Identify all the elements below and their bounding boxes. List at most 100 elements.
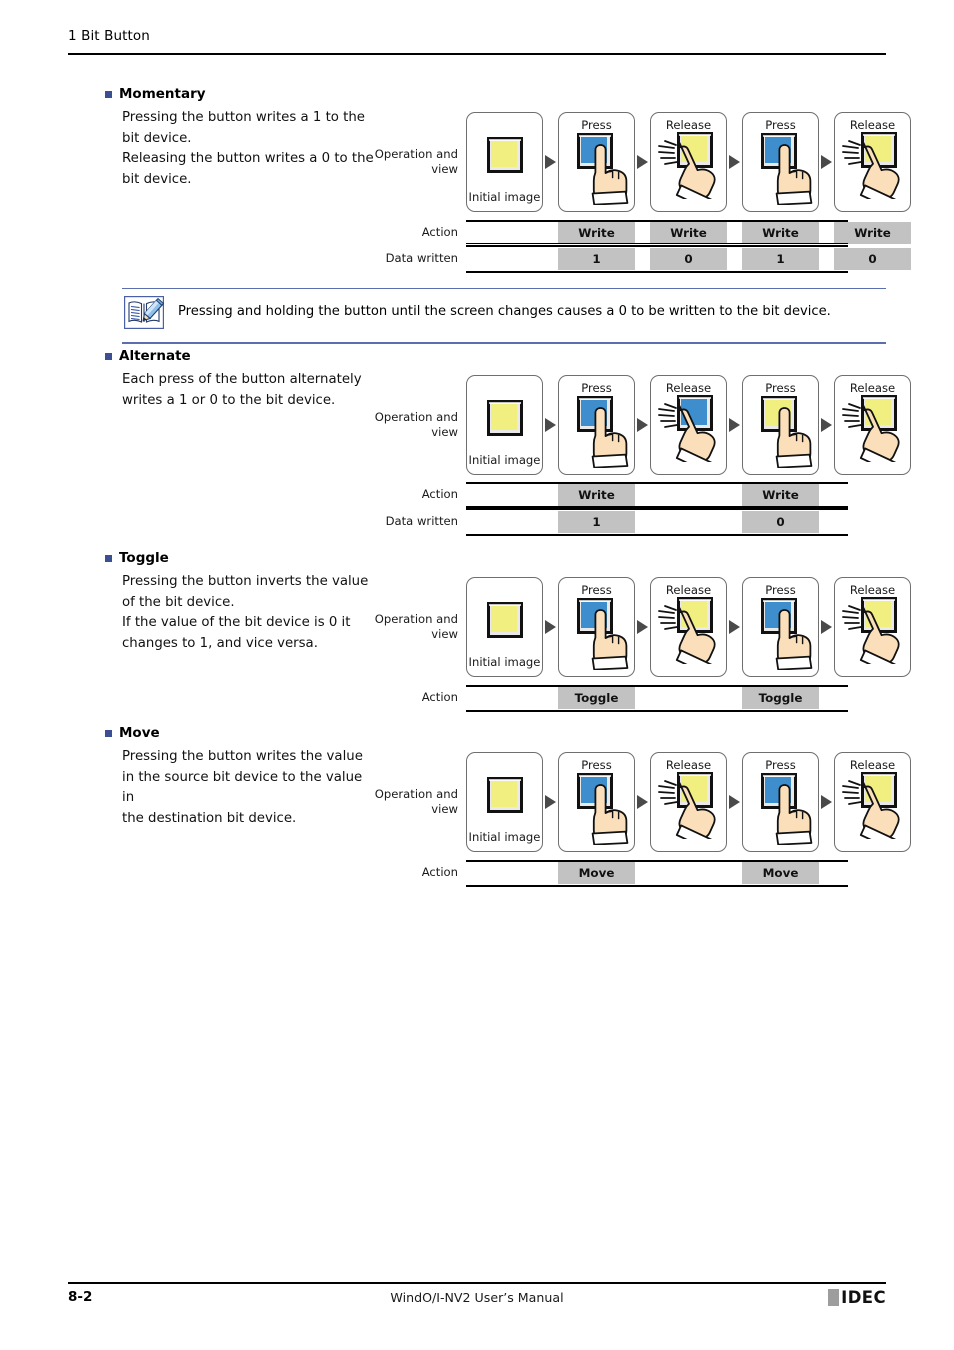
table-cell (466, 862, 543, 884)
operation-step-cell: Release (650, 112, 727, 212)
table-rule (466, 246, 848, 248)
section-momentary: Momentary Pressing the button writes a 1 … (105, 86, 375, 190)
flow-arrow-icon (820, 752, 833, 852)
operation-step-cell: Release (650, 752, 727, 852)
table-row: Write Write (466, 484, 911, 506)
bit-button-graphic-yellow (677, 597, 713, 633)
bit-button-graphic-yellow (487, 777, 523, 813)
initial-image-caption: Initial image (468, 453, 541, 467)
step-caption: Release (849, 118, 896, 132)
table-row: Toggle Toggle (466, 687, 911, 709)
step-caption: Press (581, 758, 612, 772)
operation-step-cell: Press (742, 375, 819, 475)
table-rule (466, 271, 848, 273)
bullet-square-icon (105, 352, 112, 360)
row-label-line2: view (431, 161, 458, 176)
table-rule (466, 243, 848, 245)
section-body-line: bit device. (122, 171, 192, 187)
row-label-line1: Operation and (374, 410, 458, 424)
table-rule (466, 509, 848, 511)
operation-step-cell: Release (650, 577, 727, 677)
header-title: 1 Bit Button (68, 28, 150, 44)
operation-step-cell: Release (834, 752, 911, 852)
section-heading-text: Alternate (119, 348, 191, 364)
flow-arrow-icon (728, 112, 741, 212)
row-label-line1: Operation and (374, 147, 458, 161)
section-body-line: bit device. (122, 130, 192, 146)
bit-button-graphic-yellow (861, 597, 897, 633)
table-row: 1010 (466, 248, 911, 270)
bit-button-graphic-yellow (761, 396, 797, 432)
flow-arrow-icon (820, 112, 833, 212)
section-body-line: Pressing the button writes the value (122, 749, 363, 764)
table-cell: Write (834, 222, 911, 244)
section-body-line: Pressing the button inverts the value (122, 574, 369, 589)
table-cell (650, 862, 727, 884)
flow-arrow-icon (544, 375, 557, 475)
step-caption: Press (581, 381, 612, 395)
section-body-line: Releasing the button writes a 0 to the (122, 151, 374, 167)
initial-image-caption: Initial image (468, 190, 541, 204)
section-heading-text: Move (119, 725, 160, 741)
section-body-line: changes to 1, and vice versa. (122, 635, 318, 651)
operation-view-strip-move: Initial image Press Release Press Release (466, 752, 912, 852)
table-cell (834, 511, 911, 533)
step-caption: Press (765, 583, 796, 597)
initial-image-caption: Initial image (468, 655, 541, 669)
table-cell: 0 (650, 248, 727, 270)
operation-view-strip-momentary: Initial image Press Release Press Release (466, 112, 912, 212)
note-box: Pressing and holding the button until th… (122, 288, 886, 344)
section-body-momentary: Pressing the button writes a 1 to the bit… (122, 108, 375, 190)
table-cell (834, 687, 911, 709)
row-label-action: Action (421, 487, 458, 501)
operation-step-cell: Press (558, 112, 635, 212)
bit-button-graphic-blue (577, 773, 613, 809)
operation-step-cell: Initial image (466, 752, 543, 852)
section-move: Move Pressing the button writes the value… (105, 725, 375, 829)
table-cell (466, 248, 543, 270)
flow-arrow-icon (544, 577, 557, 677)
table-cell (650, 484, 727, 506)
table-row: 10 (466, 511, 911, 533)
table-cell: Move (742, 862, 819, 884)
section-body-line: writes a 1 or 0 to the bit device. (122, 392, 336, 408)
table-cell: 1 (742, 248, 819, 270)
table-cell (466, 222, 543, 244)
row-label-action: Action (421, 225, 458, 239)
flow-arrow-icon (636, 375, 649, 475)
bit-button-graphic-blue (577, 598, 613, 634)
table-rule (466, 710, 848, 712)
table-cell (650, 687, 727, 709)
bit-button-graphic-blue (577, 396, 613, 432)
row-label-operation-and-view: Operation and view (362, 410, 458, 439)
row-label-line2: view (431, 626, 458, 641)
section-alternate: Alternate Each press of the button altern… (105, 348, 375, 411)
table-cell: Toggle (742, 687, 819, 709)
operation-step-cell: Initial image (466, 375, 543, 475)
operation-step-cell: Release (834, 112, 911, 212)
table-rule (466, 885, 848, 887)
row-label-line2: view (431, 424, 458, 439)
initial-image-caption: Initial image (468, 830, 541, 844)
section-heading-toggle: Toggle (105, 550, 375, 566)
operation-step-cell: Release (650, 375, 727, 475)
operation-step-cell: Press (742, 577, 819, 677)
table-cell (834, 862, 911, 884)
notepad-pencil-icon (124, 296, 165, 333)
bullet-square-icon (105, 729, 112, 737)
step-caption: Release (665, 118, 712, 132)
section-body-line: Pressing the button writes a 1 to the (122, 110, 365, 125)
step-caption: Press (765, 118, 796, 132)
row-label-action: Action (421, 865, 458, 879)
step-caption: Release (665, 758, 712, 772)
bit-button-graphic-blue (577, 133, 613, 169)
section-body-line: the destination bit device. (122, 810, 297, 826)
section-body-line: If the value of the bit device is 0 it (122, 615, 351, 631)
bullet-square-icon (105, 554, 112, 562)
row-label-operation-and-view: Operation and view (362, 147, 458, 176)
bit-button-graphic-yellow (487, 400, 523, 436)
flow-arrow-icon (544, 752, 557, 852)
table-cell: 0 (742, 511, 819, 533)
row-label-operation-and-view: Operation and view (362, 787, 458, 816)
section-body-line: of the bit device. (122, 594, 235, 610)
